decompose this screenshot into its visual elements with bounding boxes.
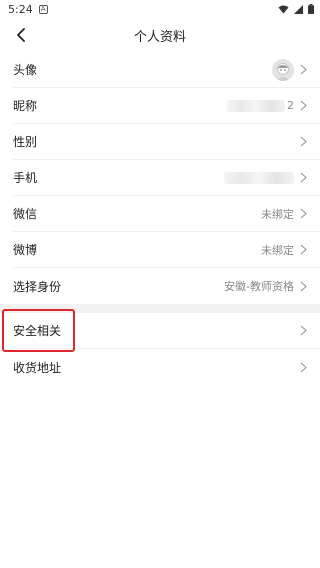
top-app-bar: 个人资料	[0, 18, 320, 52]
avatar	[272, 58, 294, 81]
wechat-row[interactable]: 微信 未绑定	[13, 196, 320, 232]
status-time: 5:24	[8, 2, 33, 16]
chevron-right-icon	[300, 361, 308, 373]
avatar-row[interactable]: 头像	[13, 52, 320, 88]
wechat-label: 微信	[13, 207, 38, 221]
avatar-label: 头像	[13, 63, 38, 77]
status-bar: 5:24 A	[0, 0, 320, 18]
security-row[interactable]: 安全相关	[13, 313, 320, 349]
profile-list: 头像 昵称 2 性别 手机 微信 未绑定 微博 未绑定 选择身份 安徽-教师资格…	[0, 52, 320, 385]
back-button[interactable]	[10, 24, 32, 46]
nickname-row[interactable]: 昵称 2	[13, 88, 320, 124]
battery-icon	[308, 4, 314, 14]
security-label: 安全相关	[13, 324, 62, 338]
chevron-left-icon	[17, 28, 25, 42]
weibo-value: 未绑定	[261, 243, 294, 257]
phone-label: 手机	[13, 171, 38, 185]
address-label: 收货地址	[13, 360, 62, 375]
chevron-right-icon	[300, 172, 308, 184]
chevron-right-icon	[300, 64, 308, 76]
weibo-row[interactable]: 微博 未绑定	[13, 232, 320, 268]
chevron-right-icon	[300, 280, 308, 292]
wechat-value: 未绑定	[261, 207, 294, 221]
weibo-label: 微博	[13, 243, 38, 257]
chevron-right-icon	[300, 100, 308, 112]
status-icons	[278, 4, 314, 14]
phone-blurred-value	[224, 171, 294, 184]
chevron-right-icon	[300, 325, 308, 337]
identity-label: 选择身份	[13, 279, 62, 294]
notification-icon: A	[38, 4, 48, 14]
signal-icon	[294, 4, 303, 14]
nickname-blurred-value	[227, 99, 285, 112]
chevron-right-icon	[300, 244, 308, 256]
page-title: 个人资料	[133, 29, 186, 45]
chevron-right-icon	[300, 136, 308, 148]
identity-row[interactable]: 选择身份 安徽-教师资格	[13, 268, 320, 304]
section-divider	[0, 304, 320, 313]
address-row[interactable]: 收货地址	[13, 349, 320, 385]
nickname-value: 2	[287, 99, 294, 112]
gender-label: 性别	[13, 135, 38, 149]
wifi-icon	[278, 5, 289, 13]
avatar-image-icon	[272, 58, 294, 81]
identity-value: 安徽-教师资格	[224, 280, 294, 293]
nickname-label: 昵称	[13, 99, 38, 113]
chevron-right-icon	[300, 208, 308, 220]
gender-row[interactable]: 性别	[13, 124, 320, 160]
phone-row[interactable]: 手机	[13, 160, 320, 196]
